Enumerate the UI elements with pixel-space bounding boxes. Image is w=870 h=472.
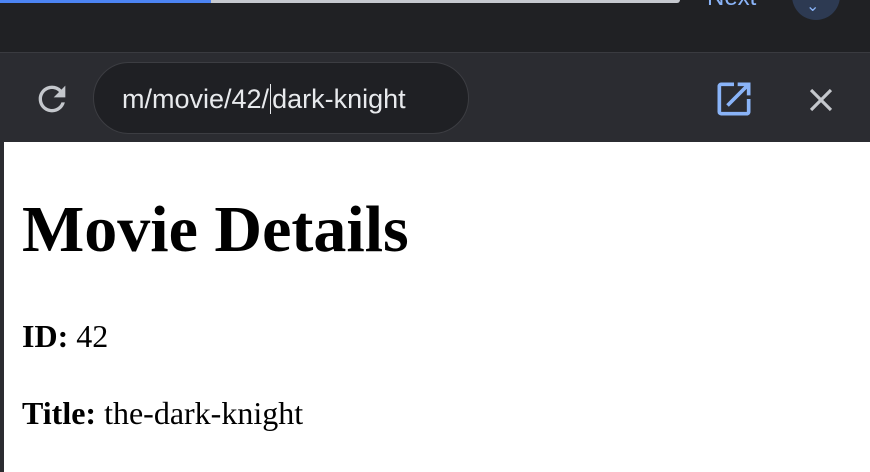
progress-track <box>0 0 680 3</box>
movie-id-value: 42 <box>76 318 109 354</box>
open-in-new-icon <box>717 82 751 116</box>
page-content: Movie Details ID: 42 Title: the-dark-kni… <box>0 142 870 472</box>
browser-toolbar: m/movie/42/dark-knight <box>0 52 870 142</box>
close-icon <box>809 88 833 112</box>
movie-title-value: the-dark-knight <box>104 395 304 431</box>
next-button[interactable]: ⌄ <box>792 0 840 20</box>
reload-icon <box>38 85 66 113</box>
chevron-down-icon: ⌄ <box>806 0 820 15</box>
open-in-new-tab-button[interactable] <box>712 77 756 121</box>
movie-title-row: Title: the-dark-knight <box>22 394 303 432</box>
next-link[interactable]: Next <box>707 0 756 12</box>
url-text-before-caret: m/movie/42/ <box>122 84 270 114</box>
browser-window: Next ⌄ m/movie/42/dark-knight Movie Deta… <box>0 0 870 472</box>
url-text-after-caret: dark-knight <box>272 84 406 114</box>
progress-fill <box>0 0 211 3</box>
text-caret <box>270 84 272 114</box>
url-input[interactable]: m/movie/42/dark-knight <box>122 83 406 115</box>
close-button[interactable] <box>802 81 840 119</box>
top-panel: Next ⌄ <box>0 0 870 52</box>
address-bar[interactable]: m/movie/42/dark-knight <box>93 62 469 134</box>
page-title: Movie Details <box>22 193 409 266</box>
reload-button[interactable] <box>32 79 72 119</box>
movie-id-label: ID: <box>22 318 69 354</box>
movie-id-row: ID: 42 <box>22 317 108 355</box>
movie-title-label: Title: <box>22 395 97 431</box>
